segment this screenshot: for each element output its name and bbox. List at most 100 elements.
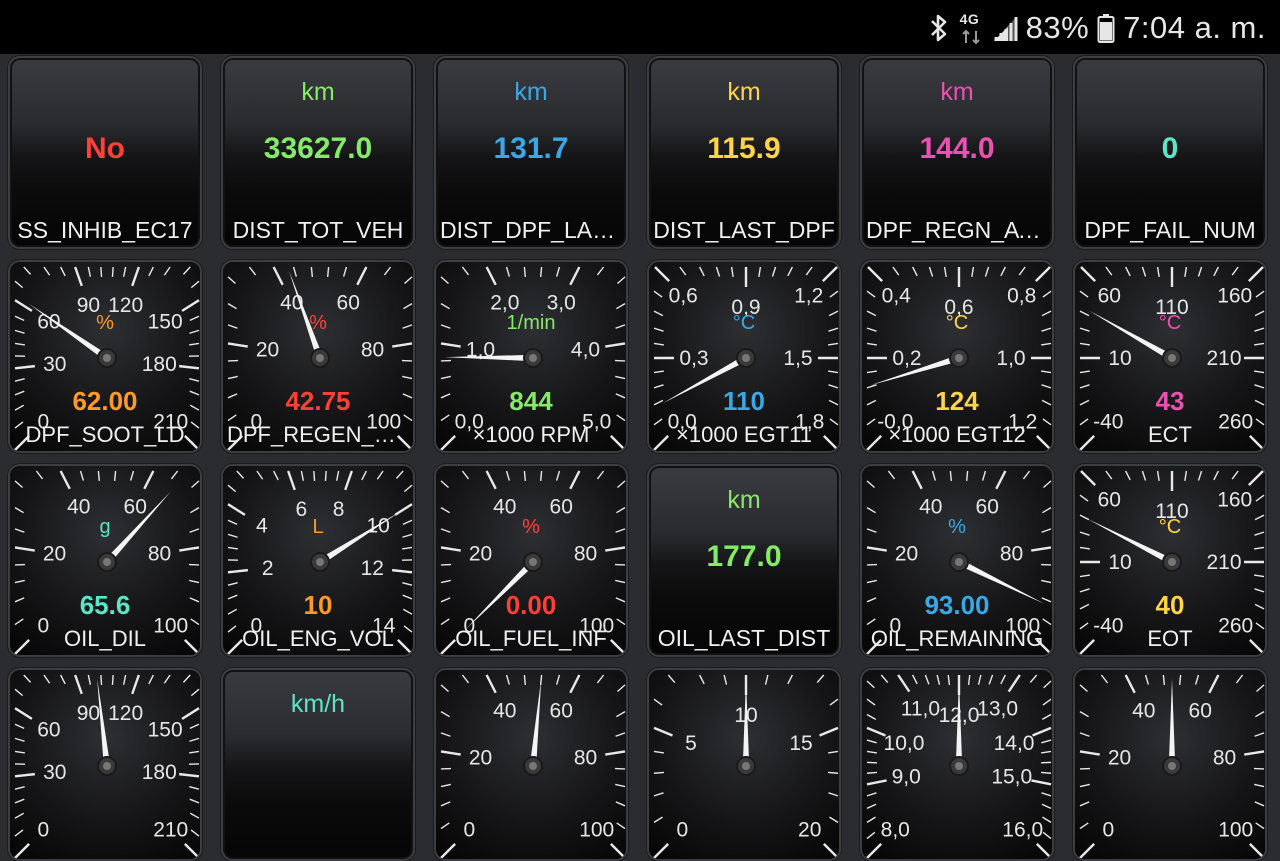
tile-value: 0 [1075,132,1265,166]
value-tile-dist-last-dpf[interactable]: km115.9DIST_LAST_DPF [647,56,841,249]
gauge-hub-cap [955,558,963,566]
gauge-minor-tick [325,471,326,481]
gauge-tick-label: 20 [1108,747,1131,770]
tile-unit: km/h [223,690,413,719]
gauge-tile-oil-fuel-inf[interactable]: 020406080100%0.00OIL_FUEL_INF [434,464,628,657]
gauge-value: 10 [223,590,413,621]
gauge-value: 110 [649,386,839,417]
gauge-tick-label: 60 [37,718,60,741]
gauge-tile-dpf-regen-p[interactable]: 020406080100%42.75DPF_REGEN_P… [221,260,415,453]
tile-value: 33627.0 [223,132,413,166]
gauge-tick-label: 0 [463,819,475,842]
tile-unit: km [649,486,839,515]
gauge-minor-tick [867,772,877,773]
gauge-tick-label: 120 [108,702,143,725]
gauge-tile-eot[interactable]: -401060110160210260°C40EOT [1073,464,1267,657]
gauge-tile-partial[interactable]: 020406080100 [434,668,628,861]
gauge-minor-tick [101,675,102,685]
battery-percent: 83% [1026,10,1090,46]
gauge-hub-cap [1168,762,1176,770]
gauge-hub-cap [103,762,111,770]
value-tile-partial[interactable]: km/h [221,668,415,861]
gauge-value: 93.00 [862,590,1052,621]
gauge-label: OIL_REMAINING [866,626,1048,652]
gauge-label: ×1000 RPM [440,422,622,448]
tile-label: SS_INHIB_EC17 [14,217,196,244]
gauge-tile-oil-dil[interactable]: 020406080100g65.6OIL_DIL [8,464,202,657]
gauge-tick-label: 0,4 [882,284,912,307]
gauge-minor-tick [950,471,951,481]
gauge-tick-label: 100 [579,819,614,842]
gauge-tick-label: 30 [43,761,66,784]
gauge-tile-oil-remaining[interactable]: 020406080100%93.00OIL_REMAINING [860,464,1054,657]
gauge-minor-tick [1163,675,1164,685]
gauge-label: ECT [1079,422,1261,448]
gauge-dial: 020406080100 [436,670,628,861]
gauge-hub-cap [529,558,537,566]
gauge-minor-tick [112,267,113,277]
gauge-tick-label: 90 [77,702,100,725]
gauge-tile--1000-egt12[interactable]: -0,00,20,40,60,81,01,2°C124×1000 EGT12 [860,260,1054,453]
gauge-tick-label: 12 [361,557,384,580]
gauge-minor-tick [967,471,968,481]
gauge-tile-partial[interactable]: 0306090120150180210 [8,668,202,861]
gauge-tile--1000-rpm[interactable]: 0,01,02,03,04,05,01/min844×1000 RPM [434,260,628,453]
gauge-value: 844 [436,386,626,417]
gauge-tick-label: 20 [798,819,821,842]
value-tile-dist-dpf-las[interactable]: km131.7DIST_DPF_LAS… [434,56,628,249]
gauge-value: 43 [1075,386,1265,417]
tile-label: DIST_TOT_VEH [227,217,409,244]
gauge-hub-cap [955,354,963,362]
gauge-tick-label: 160 [1217,488,1252,511]
gauge-minor-tick [1041,772,1051,773]
gauge-value: 124 [862,386,1052,417]
gauge-tick-label: 150 [148,718,183,741]
gauge-tick-label: 20 [895,543,918,566]
battery-icon [1097,13,1115,43]
gauge-tile--1000-egt11[interactable]: 0,00,30,60,91,21,51,8°C110×1000 EGT11 [647,260,841,453]
value-tile-dpf-regn-av[interactable]: km144.0DPF_REGN_AV… [860,56,1054,249]
value-tile-oil-last-dist[interactable]: km177.0OIL_LAST_DIST [647,464,841,657]
gauge-tick-label: 10,0 [884,732,925,755]
tile-value: No [10,132,200,166]
gauge-hub-cap [103,558,111,566]
gauge-hub-cap [529,762,537,770]
value-tile-dist-tot-veh[interactable]: km33627.0DIST_TOT_VEH [221,56,415,249]
gauge-unit: °C [1075,312,1265,335]
gauge-tile-dpf-soot-ld[interactable]: 0306090120150180210%62.00DPF_SOOT_LD [8,260,202,453]
gauge-label: OIL_FUEL_INF [440,626,622,652]
gauge-tick-label: 60 [1098,284,1121,307]
gauge-tick-label: 20 [256,339,279,362]
clock-time: 7:04 a. m. [1123,10,1266,46]
gauge-tick-label: 100 [1218,819,1253,842]
gauge-hub-cap [103,354,111,362]
gauge-tile-oil-eng-vol[interactable]: 02468101214L10OIL_ENG_VOL [221,464,415,657]
network-type-icon: 4G [960,11,984,45]
gauge-minor-tick [101,267,102,277]
gauge-tick-label: 0,3 [679,347,708,370]
gauge-tick-label: 16,0 [1002,819,1043,842]
gauge-tick-label: 1,5 [783,347,812,370]
gauge-tick-label: 80 [1213,747,1236,770]
gauge-unit: °C [1075,516,1265,539]
gauge-tile-partial[interactable]: 8,09,010,011,012,013,014,015,016,0 [860,668,1054,861]
gauge-hub-cap [742,762,750,770]
gauge-hub-cap [316,354,324,362]
gauge-tick-label: 13,0 [977,697,1018,720]
gauge-tick-label: 0,2 [892,347,921,370]
gauge-tile-ect[interactable]: -401060110160210260°C43ECT [1073,260,1267,453]
value-tile-ss-inhib-ec17[interactable]: No SS_INHIB_EC17 [8,56,202,249]
value-tile-dpf-fail-num[interactable]: 0DPF_FAIL_NUM [1073,56,1267,249]
gauge-tile-partial[interactable]: 05101520 [647,668,841,861]
gauge-tick-label: 0,6 [669,284,698,307]
gauge-tick-label: 180 [142,761,177,784]
tile-value: 115.9 [649,132,839,166]
tile-value: 131.7 [436,132,626,166]
gauge-tick-label: 10 [1108,347,1131,370]
gauge-label: DPF_SOOT_LD [14,422,196,448]
gauge-unit: g [10,516,200,539]
gauge-value: 65.6 [10,590,200,621]
tile-label: DIST_DPF_LAS… [440,217,622,244]
gauge-hub-cap [529,354,537,362]
gauge-tile-partial[interactable]: 020406080100 [1073,668,1267,861]
